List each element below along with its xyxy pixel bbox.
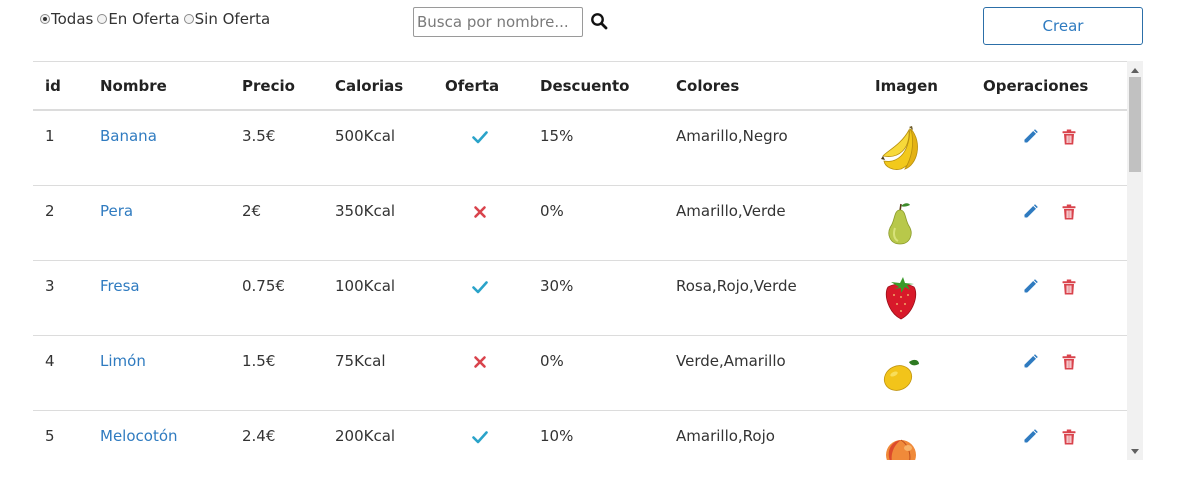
cell-precio: 3.5€ <box>242 127 276 145</box>
table-row: 1 Banana 3.5€ 500Kcal 15% Amarillo,Negro <box>33 111 1127 186</box>
cell-id: 5 <box>45 427 55 445</box>
cell-calorias: 350Kcal <box>335 202 396 220</box>
filter-todas-label: Todas <box>51 10 94 28</box>
cell-precio: 2€ <box>242 202 262 220</box>
cell-id: 3 <box>45 277 55 295</box>
cell-id: 1 <box>45 127 55 145</box>
cell-colores: Amarillo,Rojo <box>676 427 775 445</box>
banana-image <box>879 123 923 173</box>
edit-pencil-icon[interactable] <box>1021 428 1039 446</box>
fruit-name-link[interactable]: Limón <box>100 352 146 370</box>
fruit-table: id Nombre Precio Calorias Oferta Descuen… <box>33 61 1143 460</box>
cell-descuento: 10% <box>540 427 574 445</box>
radio-en-oferta[interactable] <box>97 14 108 24</box>
header-imagen: Imagen <box>875 77 938 95</box>
fruit-name-link[interactable]: Fresa <box>100 277 140 295</box>
pear-image <box>879 198 923 248</box>
cell-colores: Rosa,Rojo,Verde <box>676 277 797 295</box>
delete-trash-icon[interactable] <box>1060 428 1078 446</box>
cell-descuento: 0% <box>540 352 564 370</box>
filter-sin-oferta[interactable]: Sin Oferta <box>183 10 271 28</box>
edit-pencil-icon[interactable] <box>1021 203 1039 221</box>
cell-descuento: 15% <box>540 127 574 145</box>
edit-pencil-icon[interactable] <box>1021 128 1039 146</box>
offer-check-icon <box>472 129 488 145</box>
fruit-name-link[interactable]: Pera <box>100 202 133 220</box>
filter-todas[interactable]: Todas <box>40 10 93 28</box>
fruit-name-link[interactable]: Banana <box>100 127 157 145</box>
scroll-down-arrow-icon[interactable] <box>1127 444 1143 458</box>
table-row: 3 Fresa 0.75€ 100Kcal 30% Rosa,Rojo,Verde <box>33 261 1127 336</box>
cell-descuento: 30% <box>540 277 574 295</box>
cell-precio: 2.4€ <box>242 427 276 445</box>
search-input[interactable] <box>413 7 583 37</box>
offer-check-icon <box>472 279 488 295</box>
offer-check-icon <box>472 429 488 445</box>
fruit-manager-page: Todas En Oferta Sin Oferta Crear id Nomb… <box>0 0 1178 479</box>
delete-trash-icon[interactable] <box>1060 353 1078 371</box>
offer-cross-icon <box>472 204 488 220</box>
scrollbar-thumb[interactable] <box>1129 77 1141 172</box>
filter-en-oferta[interactable]: En Oferta <box>97 10 180 28</box>
table-row: 4 Limón 1.5€ 75Kcal 0% Verde,Amarillo <box>33 336 1127 411</box>
cell-id: 2 <box>45 202 55 220</box>
delete-trash-icon[interactable] <box>1060 203 1078 221</box>
search-icon[interactable] <box>590 12 608 30</box>
edit-pencil-icon[interactable] <box>1021 353 1039 371</box>
header-calorias: Calorias <box>335 77 404 95</box>
create-button[interactable]: Crear <box>983 7 1143 45</box>
cell-calorias: 100Kcal <box>335 277 396 295</box>
radio-sin-oferta[interactable] <box>183 14 194 24</box>
table-row: 5 Melocotón 2.4€ 200Kcal 10% Amarillo,Rojo <box>33 411 1127 460</box>
header-oferta: Oferta <box>445 77 500 95</box>
offer-cross-icon <box>472 354 488 370</box>
filter-sin-oferta-label: Sin Oferta <box>194 10 271 28</box>
delete-trash-icon[interactable] <box>1060 278 1078 296</box>
vertical-scrollbar[interactable] <box>1127 61 1143 460</box>
table-row: 2 Pera 2€ 350Kcal 0% Amarillo,Verde <box>33 186 1127 261</box>
cell-calorias: 75Kcal <box>335 352 386 370</box>
header-colores: Colores <box>676 77 740 95</box>
cell-precio: 0.75€ <box>242 277 285 295</box>
cell-colores: Amarillo,Negro <box>676 127 788 145</box>
header-operaciones: Operaciones <box>983 77 1089 95</box>
lemon-image <box>879 348 923 398</box>
header-precio: Precio <box>242 77 295 95</box>
cell-id: 4 <box>45 352 55 370</box>
cell-calorias: 500Kcal <box>335 127 396 145</box>
filter-en-oferta-label: En Oferta <box>108 10 180 28</box>
cell-colores: Amarillo,Verde <box>676 202 786 220</box>
cell-precio: 1.5€ <box>242 352 276 370</box>
scroll-up-arrow-icon[interactable] <box>1127 63 1143 77</box>
header-id: id <box>45 77 61 95</box>
cell-calorias: 200Kcal <box>335 427 396 445</box>
fruit-name-link[interactable]: Melocotón <box>100 427 178 445</box>
offer-filter-group: Todas En Oferta Sin Oferta <box>40 10 274 28</box>
radio-todas[interactable] <box>40 14 50 24</box>
header-nombre: Nombre <box>100 77 167 95</box>
table-header: id Nombre Precio Calorias Oferta Descuen… <box>33 61 1127 111</box>
strawberry-image <box>879 273 923 323</box>
header-descuento: Descuento <box>540 77 630 95</box>
edit-pencil-icon[interactable] <box>1021 278 1039 296</box>
peach-image <box>879 423 923 460</box>
delete-trash-icon[interactable] <box>1060 128 1078 146</box>
cell-colores: Verde,Amarillo <box>676 352 786 370</box>
cell-descuento: 0% <box>540 202 564 220</box>
